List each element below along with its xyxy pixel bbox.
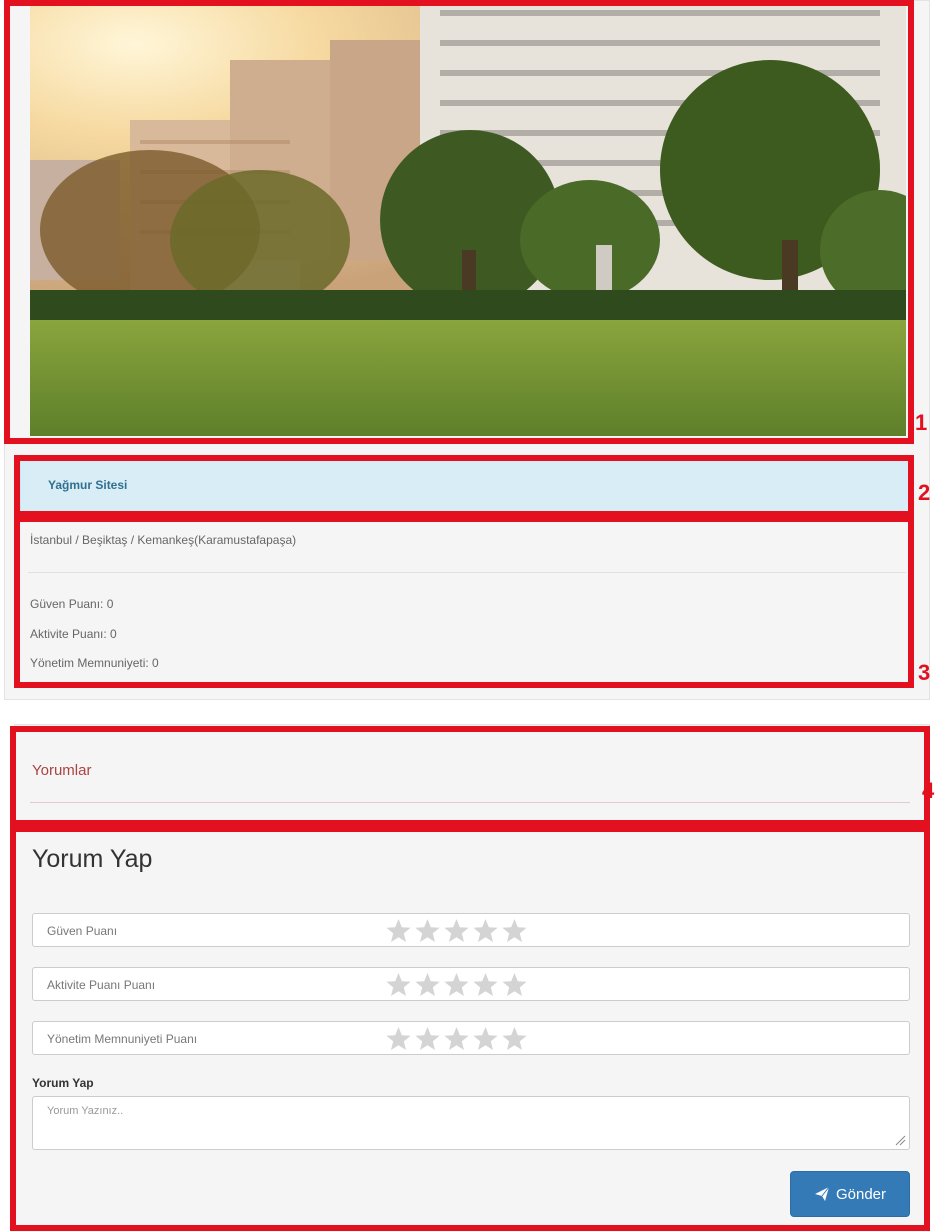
annotation-box-2 <box>14 455 914 517</box>
annotation-box-3 <box>14 516 914 688</box>
annotation-box-5 <box>10 826 930 1231</box>
annotation-box-4 <box>10 726 930 826</box>
annotation-number-3: 3 <box>918 660 931 685</box>
annotation-number-2: 2 <box>918 480 931 505</box>
annotation-number-1: 1 <box>915 410 928 435</box>
annotation-box-1 <box>4 0 914 444</box>
annotation-number-4: 4 <box>922 778 935 803</box>
